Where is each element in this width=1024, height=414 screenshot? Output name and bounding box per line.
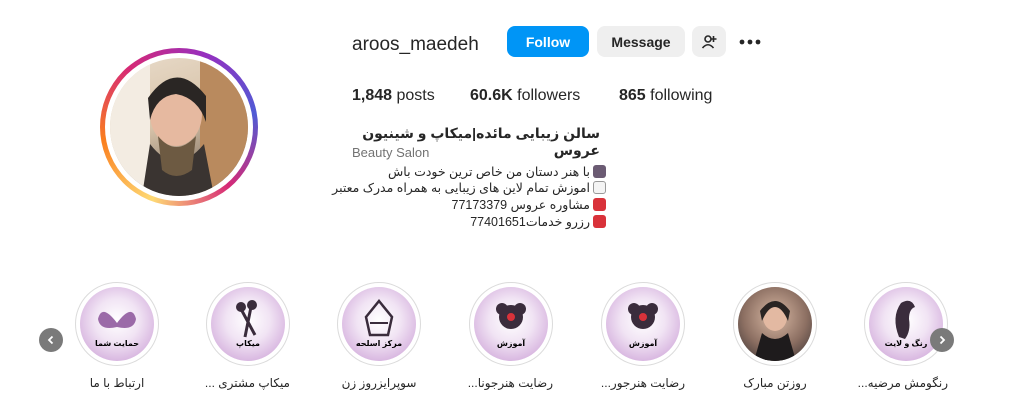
highlight-cover-caption: آموزش — [496, 339, 526, 348]
highlight-cover: میکاپ — [211, 287, 285, 361]
bio-line-text: اموزش تمام لاین های زیبایی به همراه مدرک… — [332, 181, 590, 195]
highlight-label: سوپرایزروز زن — [341, 376, 417, 390]
highlight-label: رضایت هنرجونا... — [467, 376, 553, 390]
posts-label: posts — [396, 87, 435, 104]
bio-line-text: مشاوره عروس 77173379 — [451, 198, 591, 212]
highlight-ring: میکاپ — [206, 282, 290, 366]
woman-technologist-emoji-icon — [593, 165, 606, 178]
highlight-cover — [738, 287, 812, 361]
highlight-ring: حمایت شما — [75, 282, 159, 366]
highlight-cover-caption: میکاپ — [236, 339, 260, 348]
add-person-icon — [701, 34, 717, 49]
highlight-item[interactable]: حمایت شما ارتباط با ما — [75, 282, 159, 390]
follow-button[interactable]: Follow — [507, 26, 589, 57]
highlight-cover: حمایت شما — [80, 287, 154, 361]
chevron-left-icon — [47, 335, 54, 345]
highlight-cover-caption: مرکز اسلحه — [355, 339, 403, 348]
bio-line-text: با هنر دستان من خاص ترین خودت باش — [388, 165, 590, 179]
highlight-cover-caption: آموزش — [628, 339, 658, 348]
makeup-brush-icon — [236, 300, 257, 338]
followers-count: 60.6K — [470, 87, 513, 104]
highlight-label: روزتن مبارک — [743, 376, 807, 390]
posts-stat: 1,848 posts — [352, 87, 435, 105]
more-options-button[interactable] — [738, 30, 762, 54]
highlight-item[interactable]: میکاپ میکاپ مشتری ... — [204, 282, 290, 390]
memo-emoji-icon — [593, 181, 606, 194]
flower-icon — [628, 303, 658, 329]
profile-username: aroos_maedeh — [352, 34, 479, 55]
highlight-cover: رنگ و لایت — [869, 287, 943, 361]
chevron-right-icon — [939, 335, 946, 345]
bio-line: مشاوره عروس 77173379 — [451, 197, 606, 212]
highlight-label: رضایت هنرجور... — [600, 376, 685, 390]
highlight-cover: مرکز اسلحه — [342, 287, 416, 361]
more-dots-icon — [739, 39, 761, 45]
following-count: 865 — [619, 87, 646, 104]
profile-category: Beauty Salon — [352, 145, 430, 160]
bio-line: با هنر دستان من خاص ترین خودت باش — [388, 164, 606, 179]
followers-stat[interactable]: 60.6K followers — [470, 87, 580, 105]
highlight-item[interactable]: روزتن مبارک — [733, 282, 817, 390]
gift-icon — [364, 299, 394, 337]
avatar-photo — [110, 58, 248, 196]
message-button[interactable]: Message — [597, 26, 685, 57]
followers-label: followers — [517, 87, 581, 104]
highlight-label: میکاپ مشتری ... — [204, 376, 290, 390]
profile-avatar-ring[interactable] — [100, 48, 258, 206]
highlight-ring: آموزش — [469, 282, 553, 366]
posts-count: 1,848 — [352, 87, 393, 104]
highlight-ring: رنگ و لایت — [864, 282, 948, 366]
following-label: following — [650, 87, 713, 104]
highlight-ring — [733, 282, 817, 366]
hair-silhouette-icon — [895, 300, 915, 339]
avatar[interactable] — [110, 58, 248, 196]
bio-line-text: رزرو خدمات77401651 — [470, 215, 590, 229]
highlight-item[interactable]: آموزش رضایت هنرجونا... — [467, 282, 553, 390]
butterfly-icon — [98, 311, 136, 328]
bio-line: اموزش تمام لاین های زیبایی به همراه مدرک… — [332, 180, 606, 195]
highlight-item[interactable]: مرکز اسلحه سوپرایزروز زن — [337, 282, 421, 390]
highlight-label: ارتباط با ما — [89, 376, 145, 390]
highlight-ring: آموزش — [601, 282, 685, 366]
bio-line: رزرو خدمات77401651 — [470, 214, 606, 229]
portrait-photo — [754, 301, 796, 361]
telephone-emoji-icon — [593, 215, 606, 228]
highlight-ring: مرکز اسلحه — [337, 282, 421, 366]
highlights-next-button[interactable] — [930, 328, 954, 352]
highlight-label: رنگومش مرضیه... — [857, 376, 948, 390]
avatar-border — [105, 53, 253, 201]
highlight-cover: آموزش — [606, 287, 680, 361]
following-stat[interactable]: 865 following — [619, 87, 712, 105]
flower-icon — [496, 303, 526, 329]
highlight-cover-caption: حمایت شما — [94, 339, 140, 348]
highlight-cover: آموزش — [474, 287, 548, 361]
suggested-accounts-button[interactable] — [692, 26, 726, 57]
telephone-emoji-icon — [593, 198, 606, 211]
highlight-item[interactable]: آموزش رضایت هنرجور... — [601, 282, 685, 390]
highlights-prev-button[interactable] — [39, 328, 63, 352]
